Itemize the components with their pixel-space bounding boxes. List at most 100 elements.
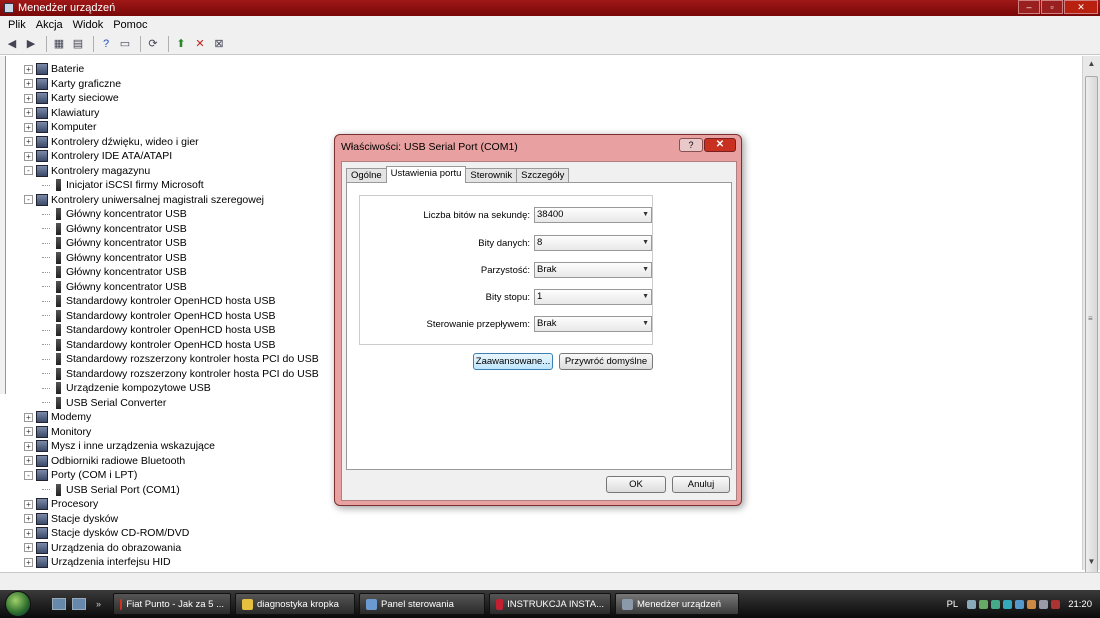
dialog-help-button[interactable]: ? bbox=[679, 138, 703, 152]
view-icon[interactable]: ▭ bbox=[117, 36, 133, 52]
sync-icon[interactable] bbox=[1003, 599, 1013, 609]
expand-icon[interactable]: + bbox=[24, 412, 33, 422]
update-driver-icon[interactable]: ⬆ bbox=[173, 36, 189, 52]
menu-help[interactable]: Pomoc bbox=[109, 19, 153, 31]
tree-device[interactable]: Standardowy rozszerzony kontroler hosta … bbox=[42, 352, 319, 366]
cancel-button[interactable]: Anuluj bbox=[672, 476, 730, 493]
tree-device[interactable]: USB Serial Converter bbox=[42, 396, 166, 410]
tree-category[interactable]: + Mysz i inne urządzenia wskazujące bbox=[24, 439, 215, 453]
bits-per-second-select[interactable]: 38400 ▼ bbox=[534, 207, 652, 223]
tree-category[interactable]: + Urządzenia interfejsu HID bbox=[24, 555, 171, 569]
switch-windows-icon[interactable] bbox=[72, 598, 86, 610]
expand-icon[interactable]: + bbox=[24, 79, 33, 88]
menu-view[interactable]: Widok bbox=[69, 19, 110, 31]
tree-device[interactable]: Standardowy rozszerzony kontroler hosta … bbox=[42, 367, 319, 381]
forward-icon[interactable]: ▶ bbox=[23, 36, 39, 52]
scroll-down-icon[interactable]: ▼ bbox=[1083, 554, 1100, 570]
tree-device[interactable]: Główny koncentrator USB bbox=[42, 265, 187, 279]
network-icon[interactable] bbox=[967, 599, 977, 609]
expand-icon[interactable]: + bbox=[24, 499, 33, 509]
close-button[interactable]: ✕ bbox=[1064, 0, 1098, 14]
tree-device[interactable]: Główny koncentrator USB bbox=[42, 251, 187, 265]
stop-bits-select[interactable]: 1 ▼ bbox=[534, 289, 652, 305]
tree-device[interactable]: Urządzenie kompozytowe USB bbox=[42, 381, 211, 395]
expand-icon[interactable]: + bbox=[24, 64, 33, 74]
menu-action[interactable]: Akcja bbox=[32, 19, 69, 31]
advanced-button[interactable]: Zaawansowane... bbox=[473, 353, 553, 370]
dialog-close-button[interactable]: ✕ bbox=[704, 138, 736, 152]
collapse-icon[interactable]: - bbox=[24, 166, 33, 175]
expand-icon[interactable]: + bbox=[24, 441, 33, 451]
tree-category[interactable]: + Odbiorniki radiowe Bluetooth bbox=[24, 454, 185, 468]
expand-icon[interactable]: + bbox=[24, 528, 33, 538]
expand-icon[interactable]: + bbox=[24, 514, 33, 523]
scroll-thumb[interactable] bbox=[1085, 76, 1098, 598]
antivirus-icon[interactable] bbox=[979, 599, 989, 609]
taskbar-button[interactable]: diagnostyka kropka bbox=[235, 593, 356, 615]
clock[interactable]: 21:20 bbox=[1068, 599, 1092, 610]
expand-icon[interactable]: + bbox=[24, 108, 33, 117]
tree-category[interactable]: + Procesory bbox=[24, 497, 98, 511]
tree-category[interactable]: + Kontrolery IDE ATA/ATAPI bbox=[24, 149, 172, 163]
tree-device[interactable]: Standardowy kontroler OpenHCD hosta USB bbox=[42, 309, 276, 323]
tree-device[interactable]: Standardowy kontroler OpenHCD hosta USB bbox=[42, 294, 276, 308]
tree-category[interactable]: + Stacje dysków CD-ROM/DVD bbox=[24, 526, 189, 540]
expand-icon[interactable]: + bbox=[24, 93, 33, 103]
uninstall-icon[interactable]: ⊠ bbox=[211, 36, 227, 52]
tree-category[interactable]: + Baterie bbox=[24, 62, 84, 76]
help-icon[interactable]: ? bbox=[98, 36, 114, 52]
scan-icon[interactable]: ⟳ bbox=[145, 36, 161, 52]
maximize-button[interactable]: ▫ bbox=[1041, 0, 1063, 14]
tree-category[interactable]: + Urządzenia do obrazowania bbox=[24, 541, 181, 555]
scroll-up-icon[interactable]: ▲ bbox=[1083, 56, 1100, 72]
tree-category[interactable]: - Kontrolery uniwersalnej magistrali szer… bbox=[24, 193, 264, 207]
tree-device[interactable]: Główny koncentrator USB bbox=[42, 207, 187, 221]
taskbar-button[interactable]: Menedżer urządzeń bbox=[615, 593, 740, 615]
tree-device[interactable]: Główny koncentrator USB bbox=[42, 236, 187, 250]
tree-category[interactable]: - Kontrolery magazynu bbox=[24, 164, 150, 178]
volume-icon[interactable] bbox=[1039, 599, 1049, 609]
battery-icon[interactable] bbox=[1027, 599, 1037, 609]
tree-device[interactable]: Inicjator iSCSI firmy Microsoft bbox=[42, 178, 204, 192]
vertical-scrollbar[interactable]: ▲ ≡ ▼ bbox=[1082, 56, 1100, 598]
tab-driver[interactable]: Sterownik bbox=[465, 168, 518, 183]
show-desktop-icon[interactable] bbox=[52, 598, 66, 610]
taskbar-button[interactable]: Fiat Punto - Jak za 5 ... bbox=[113, 593, 232, 615]
language-indicator[interactable]: PL bbox=[947, 599, 959, 610]
tab-general[interactable]: Ogólne bbox=[346, 168, 387, 183]
expand-icon[interactable]: + bbox=[24, 543, 33, 552]
tree-category[interactable]: + Monitory bbox=[24, 425, 91, 439]
parity-select[interactable]: Brak ▼ bbox=[534, 262, 652, 278]
menu-file[interactable]: Plik bbox=[4, 19, 32, 31]
properties-icon[interactable]: ▤ bbox=[70, 36, 86, 52]
expand-icon[interactable]: + bbox=[24, 137, 33, 146]
tree-category[interactable]: + Karty graficzne bbox=[24, 77, 121, 91]
tree-device[interactable]: USB Serial Port (COM1) bbox=[42, 483, 180, 497]
quicklaunch-chevron-icon[interactable]: » bbox=[96, 599, 101, 609]
tab-details[interactable]: Szczegóły bbox=[516, 168, 570, 183]
ok-button[interactable]: OK bbox=[606, 476, 666, 493]
collapse-icon[interactable]: - bbox=[24, 195, 33, 204]
collapse-icon[interactable]: - bbox=[24, 470, 33, 480]
taskbar-button[interactable]: Panel sterowania bbox=[359, 593, 486, 615]
bluetooth-tray-icon[interactable] bbox=[991, 599, 1001, 609]
tree-device[interactable]: Główny koncentrator USB bbox=[42, 222, 187, 236]
back-icon[interactable]: ◀ bbox=[4, 36, 20, 52]
data-bits-select[interactable]: 8 ▼ bbox=[534, 235, 652, 251]
expand-icon[interactable]: + bbox=[24, 427, 33, 436]
tree-device[interactable]: Standardowy kontroler OpenHCD hosta USB bbox=[42, 338, 276, 352]
tree-category[interactable]: + Kontrolery dźwięku, wideo i gier bbox=[24, 135, 199, 149]
alert-icon[interactable] bbox=[1051, 599, 1061, 609]
tree-category[interactable]: + Klawiatury bbox=[24, 106, 99, 120]
flow-control-select[interactable]: Brak ▼ bbox=[534, 316, 652, 332]
taskbar-button[interactable]: INSTRUKCJA INSTA... bbox=[489, 593, 612, 615]
tab-port-settings[interactable]: Ustawienia portu bbox=[385, 166, 467, 183]
expand-icon[interactable]: + bbox=[24, 122, 33, 132]
start-button[interactable] bbox=[0, 590, 36, 618]
expand-icon[interactable]: + bbox=[24, 456, 33, 465]
tree-category[interactable]: + Komputer bbox=[24, 120, 97, 134]
tree-device[interactable]: Główny koncentrator USB bbox=[42, 280, 187, 294]
update-icon[interactable] bbox=[1015, 599, 1025, 609]
tree-category[interactable]: + Modemy bbox=[24, 410, 91, 424]
tree-device[interactable]: Standardowy kontroler OpenHCD hosta USB bbox=[42, 323, 276, 337]
